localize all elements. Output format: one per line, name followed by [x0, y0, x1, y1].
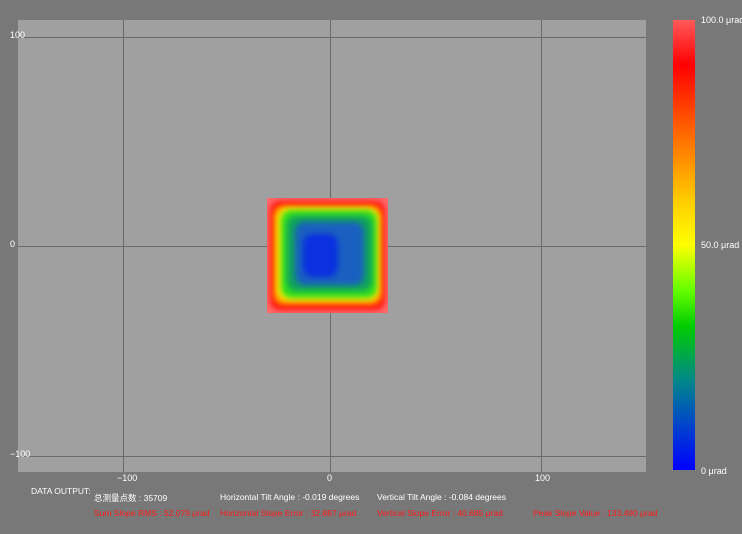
peak-slope-value: Peak Slope Value : 133.490 μrad [533, 508, 658, 518]
horizontal-tilt-angle: Horizontal Tilt Angle : -0.019 degrees [220, 492, 360, 502]
data-output-label: DATA OUTPUT: [31, 486, 91, 496]
vertical-tilt-angle: Vertical Tilt Angle : -0.084 degrees [377, 492, 506, 502]
colorbar [673, 20, 695, 470]
total-points: 总测量点数 : 35709 [94, 493, 168, 503]
y-tick: −100 [10, 449, 31, 459]
grid-line [18, 456, 646, 457]
sum-slope-rms: Sum Slope RMS : 52.079 μrad [94, 508, 210, 518]
slope-heatmap [267, 198, 388, 313]
y-tick: 100 [10, 30, 26, 40]
colorbar-max-label: 100.0 μrad [701, 15, 742, 25]
x-tick: −100 [117, 473, 138, 483]
vertical-slope-error: Vertical Slope Error : 40.685 μrad [377, 508, 503, 518]
horizontal-slope-error: Horizontal Slope Error : 32.887 μrad [220, 508, 357, 518]
y-tick: 0 [10, 239, 16, 249]
x-tick: 100 [535, 473, 551, 483]
grid-line [18, 37, 646, 38]
x-tick: 0 [327, 473, 333, 483]
colorbar-mid-label: 50.0 μrad [701, 240, 740, 250]
colorbar-min-label: 0 μrad [701, 466, 727, 476]
